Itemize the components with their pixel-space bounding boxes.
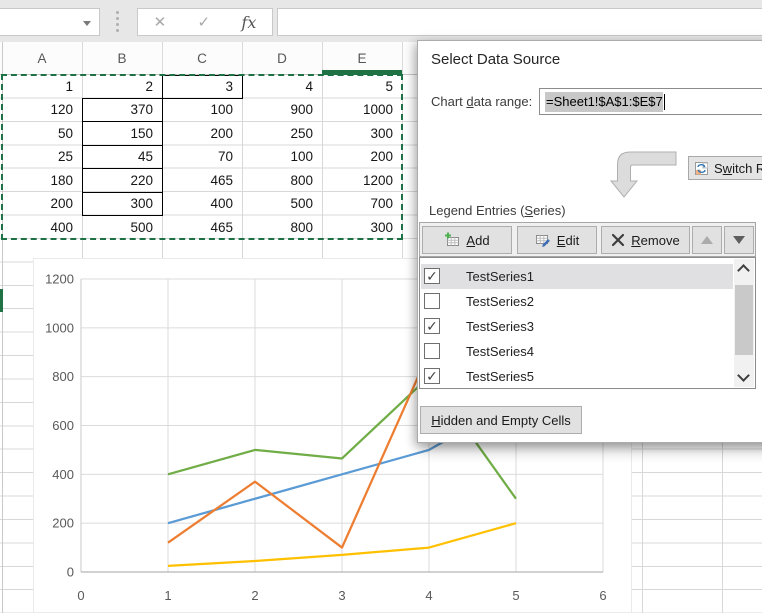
move-up-button[interactable] [692,226,722,254]
insert-function-icon[interactable]: fx [241,13,256,32]
chart-data-range-input[interactable]: =Sheet1!$A$1:$E$7 [539,88,762,115]
x-tick-label-1: 1 [164,588,171,603]
add-series-button[interactable]: Add [422,226,512,254]
legend-entries-label: Legend Entries (Series) [429,203,566,218]
enter-icon[interactable]: ✓ [198,13,211,31]
series-name: TestSeries3 [466,314,534,339]
x-tick-label-3: 3 [338,588,345,603]
series-list-item[interactable]: TestSeries2 [421,289,733,314]
add-icon [444,232,460,248]
y-tick-label-200: 200 [52,516,74,531]
y-tick-label-1200: 1200 [45,272,74,287]
add-button-label: Add [466,233,489,248]
y-tick-label-800: 800 [52,369,74,384]
series-name: TestSeries2 [466,289,534,314]
dialog-title[interactable]: Select Data Source [431,51,560,68]
active-cell-indicator [0,289,3,312]
series-checkbox[interactable] [424,293,440,309]
switch-button-label: Switch Row/Column [714,161,762,176]
series-list-item[interactable]: ✓ TestSeries3 [421,314,733,339]
series-name: TestSeries4 [466,339,534,364]
edit-series-button[interactable]: Edit [517,226,597,254]
x-tick-label-6: 6 [599,588,606,603]
series-name: TestSeries5 [466,364,534,389]
formula-bar-grip[interactable] [116,11,119,32]
series-checkbox[interactable] [424,343,440,359]
column-header-D[interactable]: D [242,42,322,75]
move-down-button[interactable] [724,226,754,254]
x-tick-label-2: 2 [251,588,258,603]
name-box-dropdown-icon[interactable] [83,21,91,26]
select-data-source-dialog: Select Data Source Chart data range: =Sh… [417,40,762,443]
y-tick-label-0: 0 [67,565,74,580]
text-caret [664,94,665,110]
series-checkbox[interactable]: ✓ [424,318,440,334]
x-tick-label-0: 0 [77,588,84,603]
series-list: ✓TestSeries1TestSeries2✓TestSeries3TestS… [419,257,756,389]
series-list-item[interactable]: ✓ TestSeries5 [421,364,733,389]
series-name: TestSeries1 [466,264,534,289]
series-toolbar: Add Edit Remove [419,222,756,257]
excel-window: ✕ ✓ fx ABCDE 123451203701009001000501502… [0,0,762,613]
x-tick-label-4: 4 [425,588,432,603]
hidden-and-empty-cells-button[interactable]: Hidden and Empty Cells [420,406,582,434]
y-tick-label-600: 600 [52,418,74,433]
series-list-scrollbar[interactable] [734,259,754,387]
switch-row-column-button[interactable]: Switch Row/Column [688,156,762,180]
edit-button-label: Edit [557,233,579,248]
series-list-item[interactable]: TestSeries4 [421,339,733,364]
formula-buttons: ✕ ✓ fx [137,8,273,36]
cancel-icon[interactable]: ✕ [154,13,167,31]
series-checkbox[interactable]: ✓ [424,268,440,284]
scroll-down-icon[interactable] [737,369,750,382]
formula-input[interactable] [277,8,762,36]
y-tick-label-400: 400 [52,467,74,482]
scrollbar-thumb[interactable] [735,285,753,355]
remove-icon [611,233,625,247]
selected-range-text: =Sheet1!$A$1:$E$7 [545,92,663,112]
y-tick-label-1000: 1000 [45,320,74,335]
column-header-B[interactable]: B [82,42,162,75]
column-header-C[interactable]: C [162,42,242,75]
formula-bar-strip: ✕ ✓ fx [0,0,762,42]
down-arrow-icon [733,236,745,244]
chart-data-range-label: Chart data range: [431,94,532,109]
remove-series-button[interactable]: Remove [601,226,690,254]
edit-icon [535,232,551,248]
remove-button-label: Remove [631,233,679,248]
name-box[interactable] [0,8,100,36]
column-header-A[interactable]: A [2,42,82,75]
series-checkbox[interactable]: ✓ [424,368,440,384]
x-tick-label-5: 5 [512,588,519,603]
up-arrow-icon [701,236,713,244]
switch-row-column-icon [694,161,709,176]
series-list-item[interactable]: ✓ TestSeries1 [421,264,733,289]
selection-marquee [1,74,403,240]
scroll-up-icon[interactable] [737,264,750,277]
